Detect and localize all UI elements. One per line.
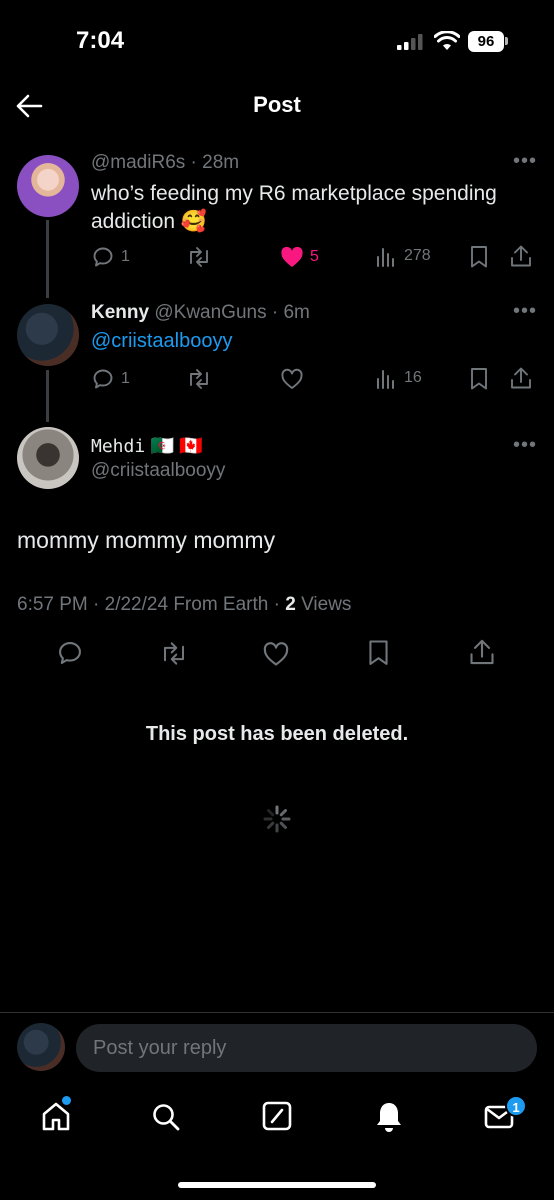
repost-icon[interactable] [186,367,212,391]
post-time: · 28m [190,152,240,173]
views-count: 16 [404,369,422,386]
bookmark-icon[interactable] [367,639,390,667]
thread-line [46,220,49,298]
share-icon[interactable] [510,244,532,268]
post-text: who’s feeding my R6 marketplace spending… [91,180,531,236]
reply-button[interactable]: 1 [91,367,130,391]
reply-count: 1 [121,370,130,387]
post-timestamp: 6:57 PM · 2/22/24 From Earth · [17,594,280,615]
more-icon[interactable]: ••• [513,300,537,323]
avatar[interactable] [17,155,79,217]
notifications-icon[interactable] [374,1100,404,1134]
search-icon[interactable] [150,1101,182,1133]
like-button[interactable]: 5 [280,246,319,268]
avatar[interactable] [17,427,79,489]
bookmark-icon[interactable] [469,367,489,391]
signal-icon [397,34,425,50]
repost-icon[interactable] [159,640,189,667]
views-count: 278 [404,247,431,264]
page-title: Post [253,92,301,117]
user-handle[interactable]: @KwanGuns [154,302,266,323]
like-icon [281,246,303,267]
bookmark-icon[interactable] [469,245,489,269]
views-button[interactable]: 16 [375,367,422,389]
wifi-icon [434,31,460,51]
mention-link[interactable]: @criistaalbooyy [91,330,232,353]
views-icon [377,370,394,389]
post-meta: @madiR6s · 28m [91,152,239,174]
post-text-line: who’s feeding my R6 marketplace spending [91,182,497,205]
deleted-notice: This post has been deleted. [145,723,409,745]
like-count: 5 [310,248,319,265]
post-timestamp-row: 6:57 PM · 2/22/24 From Earth · 2 Views [17,594,351,616]
reply-button[interactable]: 1 [91,245,130,269]
user-handle[interactable]: @madiR6s [91,152,185,173]
reply-input[interactable] [76,1024,537,1072]
share-icon[interactable] [469,638,495,666]
avatar[interactable] [17,304,79,366]
like-icon[interactable] [280,368,304,390]
grok-icon[interactable] [262,1101,292,1131]
thread-line [46,370,49,422]
more-icon[interactable]: ••• [513,434,537,457]
share-icon[interactable] [510,366,532,390]
battery-nub [505,37,508,45]
more-icon[interactable]: ••• [513,150,537,173]
post-text-line: addiction 🥰 [91,210,208,233]
battery-indicator: 96 [468,31,504,52]
user-name[interactable]: Mehdi [91,436,145,457]
views-number: 2 [285,594,296,615]
views-label: Views [301,594,352,615]
views-button[interactable]: 278 [375,245,431,267]
avatar [17,1023,65,1071]
status-time: 7:04 [76,27,125,54]
like-icon[interactable] [262,641,290,667]
home-notification-dot [62,1096,71,1105]
flags: 🇩🇿 🇨🇦 [150,436,204,457]
author-row: Mehdi 🇩🇿 🇨🇦 [91,434,203,458]
messages-badge: 1 [505,1095,527,1117]
reply-count: 1 [121,248,130,265]
user-handle[interactable]: @criistaalbooyy [91,460,225,482]
repost-icon[interactable] [186,245,212,269]
post-time: · 6m [271,302,310,323]
home-indicator [178,1182,376,1188]
loading-spinner-icon [262,804,292,834]
user-name[interactable]: Kenny [91,302,149,323]
reply-icon [93,369,113,389]
reply-icon [93,247,113,267]
post-meta: Kenny @KwanGuns · 6m [91,302,310,324]
views-icon [377,248,394,267]
main-post-text: mommy mommy mommy [17,527,276,553]
reply-icon[interactable] [56,639,84,667]
